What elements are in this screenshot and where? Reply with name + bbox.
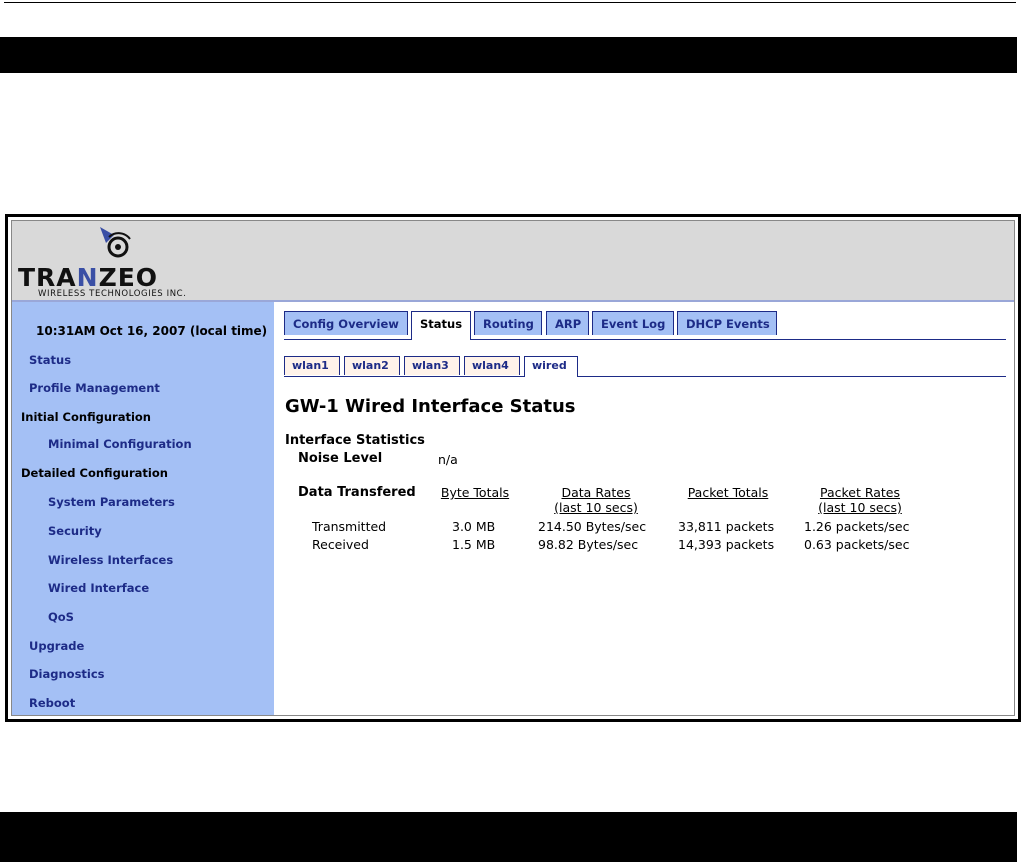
top-black-band [0,37,1017,73]
subtab-wired[interactable]: wired [524,356,578,377]
interface-statistics-heading: Interface Statistics [285,433,425,448]
sidebar-item-diagnostics[interactable]: Diagnostics [29,667,105,681]
local-time-clock: 10:31AM Oct 16, 2007 (local time) [36,324,268,338]
antenna-logo-icon [100,227,131,258]
rx-packet-total: 14,393 packets [678,537,775,552]
rx-packet-rate: 0.63 packets/sec [804,537,910,552]
row-label-received: Received [312,537,369,552]
subtab-wlan2[interactable]: wlan2 [344,356,400,375]
tab-event-log[interactable]: Event Log [592,311,674,335]
logo-wordmark: TRANZEO [18,263,159,292]
sidebar-item-reboot[interactable]: Reboot [29,696,75,710]
tab-config-overview[interactable]: Config Overview [284,311,408,335]
tx-packet-total: 33,811 packets [678,519,775,534]
tab-status[interactable]: Status [411,311,471,340]
router-ui-window: TRANZEO WIRELESS TECHNOLOGIES INC. 10:31… [11,220,1015,716]
sidebar-item-wireless-interfaces[interactable]: Wireless Interfaces [48,553,173,567]
tab-routing[interactable]: Routing [474,311,542,335]
sidebar-item-wired-interface[interactable]: Wired Interface [48,581,149,595]
tx-packet-rate: 1.26 packets/sec [804,519,910,534]
main-tab-bar: Config Overview Status Routing ARP Event… [284,311,1006,340]
sidebar-item-upgrade[interactable]: Upgrade [29,639,84,653]
rx-data-rate: 98.82 Bytes/sec [538,537,639,552]
subtab-wlan4[interactable]: wlan4 [464,356,520,375]
header-banner: TRANZEO WIRELESS TECHNOLOGIES INC. [12,221,1014,302]
sidebar-item-qos[interactable]: QoS [48,610,74,624]
logo-tagline: WIRELESS TECHNOLOGIES INC. [38,289,187,299]
subtab-wlan3[interactable]: wlan3 [404,356,460,375]
sidebar-item-security[interactable]: Security [48,524,102,538]
tx-byte-total: 3.0 MB [452,519,496,534]
subtab-wlan1[interactable]: wlan1 [284,356,340,375]
bottom-black-band [0,812,1017,862]
col-header-data-rates: Data Rates (last 10 secs) [554,485,638,515]
page-title: GW-1 Wired Interface Status [285,396,576,417]
sidebar-nav: 10:31AM Oct 16, 2007 (local time) Status… [12,302,274,715]
tx-data-rate: 214.50 Bytes/sec [538,519,647,534]
sidebar-item-minimal-configuration[interactable]: Minimal Configuration [48,437,192,451]
tab-dhcp-events[interactable]: DHCP Events [677,311,777,335]
col-header-byte-totals: Byte Totals [440,485,510,500]
sidebar-item-profile-management[interactable]: Profile Management [29,381,160,395]
row-label-transmitted: Transmitted [312,519,387,534]
col-header-packet-rates: Packet Rates (last 10 secs) [818,485,902,515]
sidebar-section-initial-configuration: Initial Configuration [21,410,151,424]
sidebar-item-system-parameters[interactable]: System Parameters [48,495,175,509]
sidebar-section-detailed-configuration: Detailed Configuration [21,466,168,480]
interface-subtab-bar: wlan1 wlan2 wlan3 wlan4 wired [284,356,1006,377]
rx-byte-total: 1.5 MB [452,537,496,552]
sidebar-item-status[interactable]: Status [29,353,71,367]
main-content: Config Overview Status Routing ARP Event… [274,302,1014,715]
data-transfered-heading: Data Transfered [298,485,416,500]
noise-level-value: n/a [438,452,458,467]
router-ui-frame: TRANZEO WIRELESS TECHNOLOGIES INC. 10:31… [5,214,1021,722]
col-header-packet-totals: Packet Totals [687,485,769,500]
noise-level-label: Noise Level [298,451,383,466]
tab-arp[interactable]: ARP [546,311,589,335]
top-rule [4,2,1016,3]
